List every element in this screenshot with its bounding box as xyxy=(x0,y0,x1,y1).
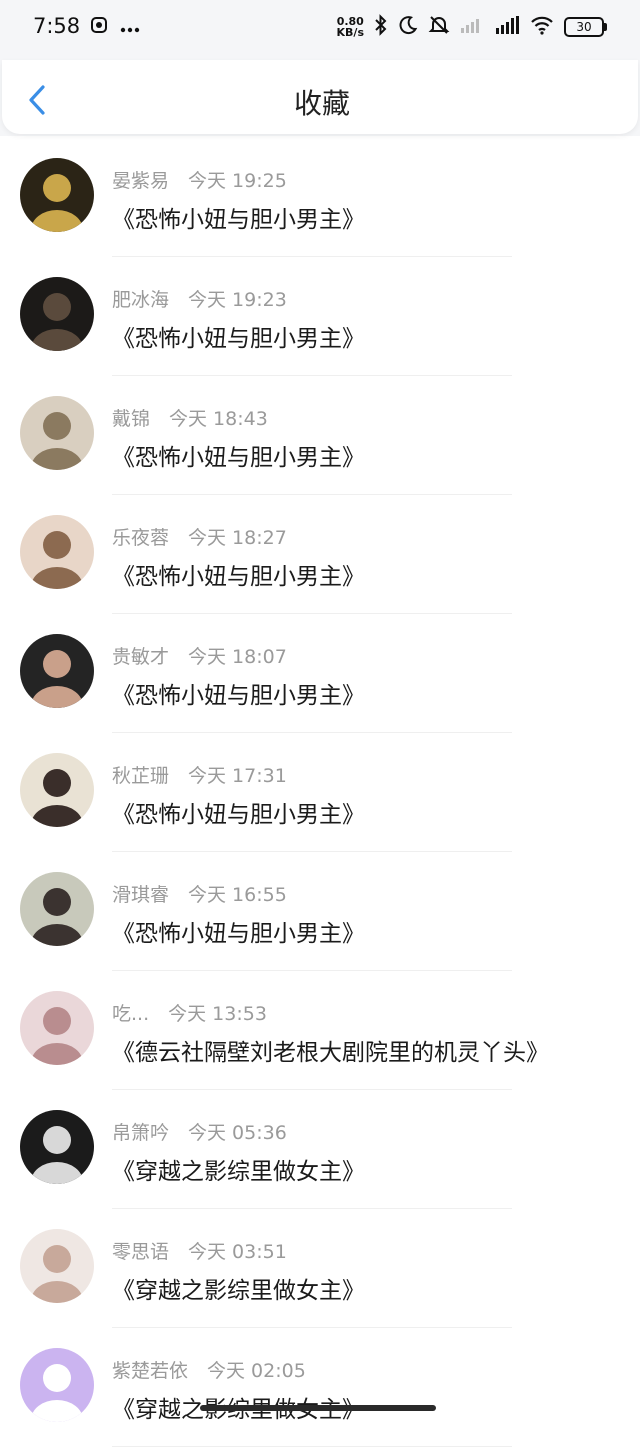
timestamp: 今天 02:05 xyxy=(207,1360,306,1382)
avatar[interactable] xyxy=(20,1110,94,1184)
status-left-icons xyxy=(90,16,140,38)
book-title[interactable]: 《恐怖小妞与胆小男主》 xyxy=(112,676,365,710)
list-item[interactable]: 贵敏才 今天 18:07 《恐怖小妞与胆小男主》 xyxy=(0,614,640,733)
avatar[interactable] xyxy=(20,634,94,708)
item-meta: 滑琪睿 今天 16:55 xyxy=(112,880,287,907)
network-speed-unit: KB/s xyxy=(336,26,364,39)
list-item[interactable]: 滑琪睿 今天 16:55 《恐怖小妞与胆小男主》 xyxy=(0,852,640,971)
book-title[interactable]: 《恐怖小妞与胆小男主》 xyxy=(112,795,365,829)
list-item[interactable]: 晏紫易 今天 19:25 《恐怖小妞与胆小男主》 xyxy=(0,138,640,257)
user-name[interactable]: 秋芷珊 xyxy=(112,761,169,788)
status-time: 7:58 xyxy=(33,14,81,38)
list-item[interactable]: 吃... 今天 13:53 《德云社隔壁刘老根大剧院里的机灵丫头》 xyxy=(0,971,640,1090)
avatar[interactable] xyxy=(20,991,94,1065)
user-name[interactable]: 乐夜蓉 xyxy=(112,523,169,550)
list-item[interactable]: 乐夜蓉 今天 18:27 《恐怖小妞与胆小男主》 xyxy=(0,495,640,614)
timestamp: 今天 13:53 xyxy=(168,1003,267,1025)
list-item[interactable]: 帛箫吟 今天 05:36 《穿越之影综里做女主》 xyxy=(0,1090,640,1209)
status-right-icons: 0.80 KB/s 30 xyxy=(337,14,607,40)
header-card: 收藏 xyxy=(2,60,638,134)
timestamp: 今天 03:51 xyxy=(188,1241,287,1263)
timestamp: 今天 19:25 xyxy=(188,170,287,192)
avatar[interactable] xyxy=(20,1348,94,1422)
favorites-list: 晏紫易 今天 19:25 《恐怖小妞与胆小男主》 肥冰海 今天 19:23 《恐怖小妞与胆… xyxy=(0,138,640,1447)
item-meta: 贵敏才 今天 18:07 xyxy=(112,642,287,669)
mute-bell-icon xyxy=(428,14,450,40)
avatar[interactable] xyxy=(20,158,94,232)
signal-weak-icon xyxy=(460,16,484,38)
list-item[interactable]: 秋芷珊 今天 17:31 《恐怖小妞与胆小男主》 xyxy=(0,733,640,852)
book-title[interactable]: 《恐怖小妞与胆小男主》 xyxy=(112,914,365,948)
user-name[interactable]: 贵敏才 xyxy=(112,642,169,669)
bluetooth-icon xyxy=(374,14,388,40)
timestamp: 今天 18:43 xyxy=(169,408,268,430)
user-name[interactable]: 晏紫易 xyxy=(112,166,169,193)
status-bar: 7:58 0.80 KB/s 30 xyxy=(0,0,640,60)
item-meta: 帛箫吟 今天 05:36 xyxy=(112,1118,287,1145)
moon-icon xyxy=(398,15,418,39)
more-dots-icon xyxy=(120,18,140,37)
network-speed: 0.80 KB/s xyxy=(337,16,364,38)
header: 收藏 xyxy=(0,60,640,136)
book-title[interactable]: 《德云社隔壁刘老根大剧院里的机灵丫头》 xyxy=(112,1033,549,1067)
item-meta: 戴锦 今天 18:43 xyxy=(112,404,268,431)
item-meta: 肥冰海 今天 19:23 xyxy=(112,285,287,312)
wifi-icon xyxy=(530,15,554,39)
book-title[interactable]: 《恐怖小妞与胆小男主》 xyxy=(112,200,365,234)
signal-hd-icon xyxy=(494,15,520,39)
book-title[interactable]: 《恐怖小妞与胆小男主》 xyxy=(112,319,365,353)
avatar[interactable] xyxy=(20,277,94,351)
list-item[interactable]: 零思语 今天 03:51 《穿越之影综里做女主》 xyxy=(0,1209,640,1328)
home-indicator[interactable] xyxy=(200,1405,436,1411)
timestamp: 今天 18:27 xyxy=(188,527,287,549)
user-name[interactable]: 戴锦 xyxy=(112,404,150,431)
timestamp: 今天 16:55 xyxy=(188,884,287,906)
item-meta: 秋芷珊 今天 17:31 xyxy=(112,761,287,788)
battery-level: 30 xyxy=(576,20,592,34)
avatar[interactable] xyxy=(20,753,94,827)
timestamp: 今天 18:07 xyxy=(188,646,287,668)
app-notification-icon xyxy=(90,16,108,38)
user-name[interactable]: 紫楚若依 xyxy=(112,1356,188,1383)
page-title: 收藏 xyxy=(293,87,350,120)
timestamp: 今天 05:36 xyxy=(188,1122,287,1144)
list-item[interactable]: 戴锦 今天 18:43 《恐怖小妞与胆小男主》 xyxy=(0,376,640,495)
item-meta: 零思语 今天 03:51 xyxy=(112,1237,287,1264)
user-name[interactable]: 肥冰海 xyxy=(112,285,169,312)
user-name[interactable]: 零思语 xyxy=(112,1237,169,1264)
avatar[interactable] xyxy=(20,1229,94,1303)
user-name[interactable]: 帛箫吟 xyxy=(112,1118,169,1145)
list-item[interactable]: 紫楚若依今天 02:05《穿越之影综里做女主》 xyxy=(0,1328,640,1447)
book-title[interactable]: 《恐怖小妞与胆小男主》 xyxy=(112,438,365,472)
book-title[interactable]: 《恐怖小妞与胆小男主》 xyxy=(112,557,365,591)
item-meta: 乐夜蓉 今天 18:27 xyxy=(112,523,287,550)
avatar[interactable] xyxy=(20,515,94,589)
timestamp: 今天 19:23 xyxy=(188,289,287,311)
user-name[interactable]: 滑琪睿 xyxy=(112,880,169,907)
list-item[interactable]: 肥冰海 今天 19:23 《恐怖小妞与胆小男主》 xyxy=(0,257,640,376)
book-title[interactable]: 《穿越之影综里做女主》 xyxy=(112,1152,365,1186)
item-meta: 晏紫易 今天 19:25 xyxy=(112,166,287,193)
user-name[interactable]: 吃... xyxy=(112,999,149,1026)
avatar[interactable] xyxy=(20,396,94,470)
battery-indicator: 30 xyxy=(564,17,607,37)
item-meta: 紫楚若依 今天 02:05 xyxy=(112,1356,306,1383)
timestamp: 今天 17:31 xyxy=(188,765,287,787)
avatar[interactable] xyxy=(20,872,94,946)
item-meta: 吃... 今天 13:53 xyxy=(112,999,267,1026)
book-title[interactable]: 《穿越之影综里做女主》 xyxy=(112,1271,365,1305)
